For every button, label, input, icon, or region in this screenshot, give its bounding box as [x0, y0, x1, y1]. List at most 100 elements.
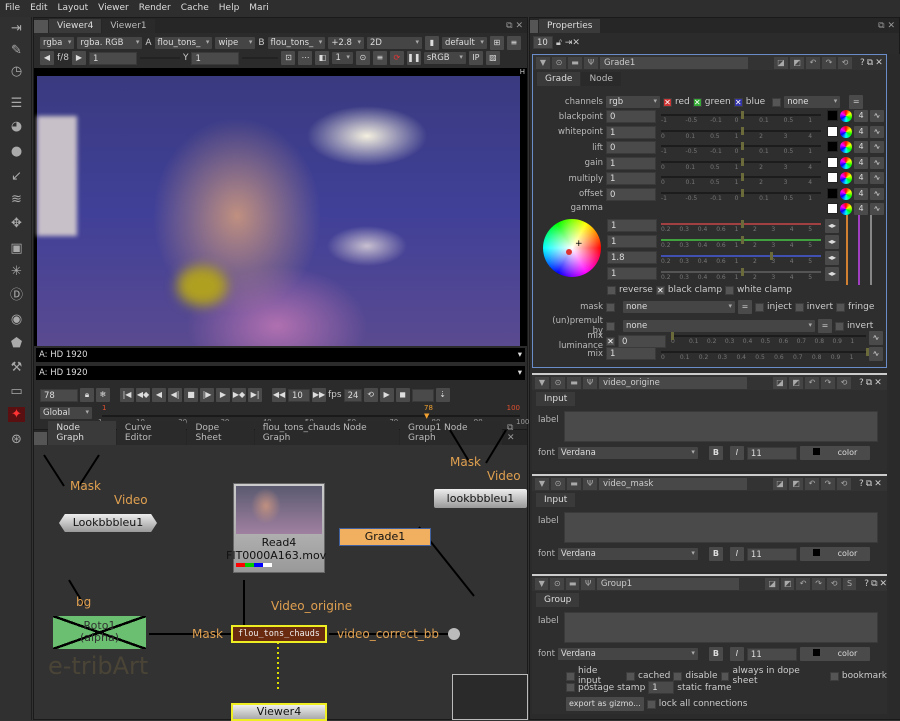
collapse-icon[interactable]: ▼ — [535, 577, 549, 590]
center-icon[interactable]: ⊙ — [551, 477, 565, 490]
static-frame-field[interactable]: 1 — [648, 681, 675, 694]
flipbook-icon[interactable]: ▶ — [379, 388, 394, 402]
collapse-icon[interactable]: ▼ — [535, 477, 549, 490]
channel-arrows-button[interactable]: ◂▸ — [825, 251, 839, 265]
out-point-marker[interactable]: 100 — [507, 404, 520, 412]
furnace-icon[interactable]: ✦ — [8, 407, 25, 422]
redo-icon[interactable]: ↷ — [822, 56, 836, 69]
channel-split-button[interactable]: 4 — [854, 110, 868, 122]
float-icon[interactable]: ⧉ — [866, 479, 872, 489]
wrench-icon[interactable]: Ψ — [581, 577, 595, 590]
knob-slider[interactable]: 0 0.1 0.5 1 2 3 4 — [661, 157, 821, 171]
play-backward-button[interactable]: ◀| — [168, 388, 182, 402]
node-viewer4[interactable]: Viewer4 — [231, 703, 327, 721]
help-icon[interactable]: ? — [860, 58, 865, 68]
other-icon[interactable]: ⚒ — [8, 360, 25, 375]
lock-icon[interactable]: 🔓︎ — [556, 38, 562, 48]
slider-handle[interactable] — [671, 332, 674, 340]
font-size-field[interactable]: 11 — [746, 647, 797, 661]
knob-slider[interactable]: -1 -0.5 -0.1 0 0.1 0.5 1 — [661, 188, 821, 202]
revert-icon[interactable]: ⟲ — [827, 577, 841, 590]
mask-checkbox[interactable] — [606, 302, 615, 312]
redo-icon[interactable]: ↷ — [821, 477, 835, 490]
view-mode-dropdown[interactable]: 2D — [366, 37, 422, 49]
color-wheel-handle[interactable] — [566, 249, 572, 255]
color-wheel-icon[interactable] — [840, 125, 852, 138]
channel-split-button[interactable]: 4 — [854, 125, 868, 138]
channel-split-button[interactable]: 4 — [854, 156, 868, 169]
channel-icon[interactable]: ☰ — [8, 96, 25, 111]
knob-value-field[interactable]: 0 — [606, 187, 656, 201]
mask-dropdown[interactable]: none — [623, 301, 735, 313]
gamma-field[interactable]: 1 — [191, 51, 240, 65]
undo-icon[interactable]: ↶ — [805, 376, 819, 389]
time-icon[interactable]: ◷ — [8, 64, 25, 79]
italic-button[interactable]: I — [729, 647, 744, 661]
blue-checkbox[interactable]: ✕ — [733, 97, 743, 107]
curve-icon[interactable]: ∿ — [870, 172, 884, 184]
channel-arrows-button[interactable]: ◂▸ — [825, 235, 839, 249]
curve-icon[interactable]: ∿ — [869, 331, 883, 345]
input-image-icon[interactable]: ◪ — [773, 376, 787, 389]
next-keyframe-button[interactable]: ▶◆ — [232, 388, 246, 402]
close-icon[interactable]: ✕ — [874, 479, 882, 489]
float-icon[interactable]: ⧉ — [867, 58, 873, 68]
color-swatch[interactable] — [827, 156, 838, 168]
mix-luminance-slider[interactable]: 0 0.1 0.2 0.3 0.4 0.5 0.6 0.7 0.8 0.9 1 — [671, 332, 866, 345]
font-size-field[interactable]: 11 — [746, 446, 797, 460]
help-icon[interactable]: ? — [859, 479, 864, 489]
pane-menu-icon[interactable] — [530, 20, 538, 33]
font-color-button[interactable]: color — [799, 446, 870, 460]
inject-checkbox[interactable] — [755, 302, 764, 312]
node-roto1-disabled[interactable]: Roto1 (alpha) — [52, 615, 147, 650]
lock-connections-checkbox[interactable] — [646, 699, 656, 709]
channel-split-button[interactable]: 4 — [854, 203, 868, 215]
float-close-icons[interactable]: ⧉ ✕ — [502, 19, 527, 33]
skip-forward-button[interactable]: ▶▶ — [312, 388, 326, 402]
label-textarea[interactable] — [564, 512, 878, 543]
channel-split-button[interactable]: 4 — [854, 187, 868, 200]
a-input-dropdown[interactable]: flou_tons_ — [154, 37, 213, 49]
snowflake-icon[interactable]: ❄ — [96, 388, 110, 402]
invert-checkbox[interactable] — [794, 302, 804, 312]
alpha-checkbox[interactable] — [772, 97, 782, 107]
blank-field[interactable] — [411, 388, 434, 402]
menu-cache[interactable]: Cache — [176, 0, 214, 17]
channels-dropdown[interactable]: rgb — [606, 96, 660, 108]
particles-icon[interactable]: ✳ — [8, 264, 25, 279]
record-icon[interactable]: ◼ — [395, 388, 410, 402]
revert-icon[interactable]: ⟲ — [838, 56, 852, 69]
curve-icon[interactable]: ∿ — [869, 347, 883, 361]
premult-invert-checkbox[interactable] — [835, 321, 844, 331]
close-icon[interactable]: ✕ — [880, 579, 888, 589]
fringe-checkbox[interactable] — [836, 302, 846, 312]
gamma-channel-slider[interactable]: 0.2 0.3 0.4 0.6 1 2 3 4 5 — [661, 236, 821, 249]
knob-slider[interactable]: -1 -0.5 -0.1 0 0.1 0.5 1 — [661, 111, 821, 124]
color-swatch[interactable] — [827, 187, 838, 199]
font-dropdown[interactable]: Verdana — [557, 548, 698, 560]
bookmark-checkbox[interactable] — [829, 671, 839, 681]
node-name-field[interactable]: Group1 — [596, 577, 740, 590]
channel-arrows-button[interactable]: ◂▸ — [825, 267, 839, 281]
label-textarea[interactable] — [564, 411, 878, 442]
output-image-icon[interactable]: ◩ — [789, 376, 803, 389]
in-point-marker[interactable]: 1 — [102, 404, 106, 412]
overlay-icon[interactable]: ◧ — [315, 51, 330, 65]
node-grade1[interactable]: Grade1 — [339, 528, 431, 546]
increment-field[interactable]: 10 — [288, 388, 310, 402]
output-image-icon[interactable]: ◩ — [780, 577, 795, 590]
knob-value-field[interactable]: 0 — [606, 141, 656, 154]
panel-tab[interactable]: Input — [536, 493, 576, 507]
knob-value-field[interactable]: 0 — [606, 110, 656, 123]
center-icon[interactable]: ⊙ — [552, 56, 566, 69]
merge-icon[interactable]: ≋ — [8, 192, 25, 207]
next-frame-button[interactable]: ▶ — [216, 388, 230, 402]
export-gizmo-button[interactable]: export as gizmo... — [566, 697, 644, 711]
tab-viewer4[interactable]: Viewer4 — [49, 19, 102, 33]
wrench-icon[interactable]: Ψ — [583, 376, 597, 389]
float-icon[interactable]: ⧉ — [866, 378, 872, 388]
output-image-icon[interactable]: ◩ — [790, 56, 804, 69]
frame-field[interactable]: 78 — [40, 388, 78, 402]
color-wheel-icon[interactable] — [840, 110, 852, 122]
float-close-icons[interactable]: ⧉ ✕ — [874, 19, 899, 33]
